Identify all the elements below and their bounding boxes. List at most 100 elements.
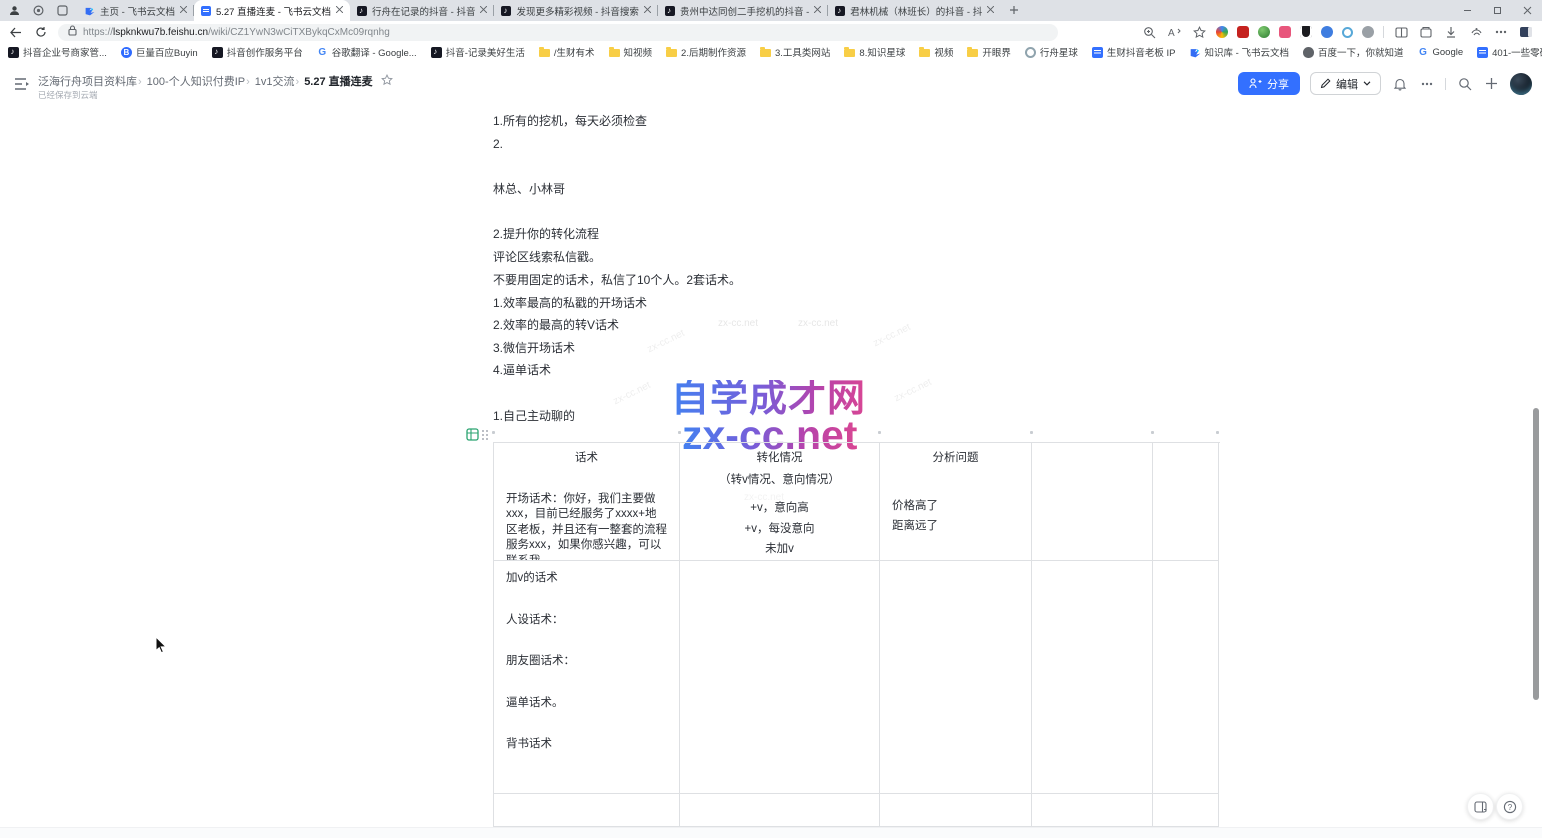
table-cell-empty[interactable]	[1032, 561, 1153, 794]
refresh-button[interactable]	[30, 23, 52, 41]
bookmark-item[interactable]: 抖音-记录美好生活	[431, 45, 525, 59]
edit-button[interactable]: 编辑	[1310, 72, 1381, 95]
doc-paragraph[interactable]: 2.	[493, 137, 503, 152]
table-block-icon[interactable]	[466, 428, 479, 441]
bookmark-item[interactable]: 生财抖音老板 IP	[1092, 45, 1176, 59]
close-window-button[interactable]	[1512, 0, 1542, 21]
extension-red-icon[interactable]	[1237, 26, 1249, 38]
bookmark-folder[interactable]: 8.知识星球	[844, 45, 905, 59]
table-cell-empty[interactable]	[1153, 794, 1219, 827]
bookmark-item[interactable]: 401-一些零碎想法 -...	[1477, 45, 1542, 59]
tab-close-icon[interactable]	[336, 5, 343, 16]
breadcrumb-current[interactable]: 5.27 直播连麦	[304, 73, 372, 89]
tab-close-icon[interactable]	[814, 5, 821, 16]
table-cell-empty[interactable]	[494, 794, 680, 827]
table-cell-scripts-list[interactable]: 加v的话术 人设话术： 朋友圈话术： 逼单话术。 背书话术	[494, 561, 680, 794]
extension-green-icon[interactable]	[1258, 26, 1270, 38]
address-bar[interactable]: https://lspknkwu7b.feishu.cn/wiki/CZ1YwN…	[58, 24, 1058, 41]
sidebar-toggle-icon[interactable]	[1518, 24, 1534, 40]
bookmark-item[interactable]: B巨量百应Buyin	[121, 45, 198, 59]
minimize-button[interactable]	[1452, 0, 1482, 21]
profile-icon[interactable]	[8, 5, 20, 17]
catalog-panel-button[interactable]	[1467, 793, 1494, 820]
extension-pink-icon[interactable]	[1279, 26, 1291, 38]
new-tab-button[interactable]	[1009, 2, 1019, 20]
doc-paragraph[interactable]: 4.逼单话术	[493, 363, 551, 378]
doc-paragraph[interactable]: 2.效率的最高的转V话术	[493, 318, 619, 333]
lock-icon[interactable]	[68, 25, 77, 39]
user-avatar[interactable]	[1510, 73, 1532, 95]
extension-target-icon[interactable]	[1342, 27, 1353, 38]
tab-close-icon[interactable]	[480, 5, 487, 16]
table-cell-analysis[interactable]: 分析问题 价格高了 距离远了	[880, 443, 1032, 561]
sidebar-expand-icon[interactable]	[14, 77, 31, 91]
share-button[interactable]: 分享	[1238, 72, 1300, 95]
table-cell-script[interactable]: 话术 开场话术：你好，我们主要做xxx，目前已经服务了xxxx+地区老板，并且还…	[494, 443, 680, 561]
tab-527-live-doc[interactable]: 5.27 直播连麦 - 飞书云文档	[194, 0, 350, 21]
notifications-bell-icon[interactable]	[1391, 75, 1408, 92]
doc-paragraph[interactable]: 评论区线索私信戳。	[493, 250, 601, 265]
bookmark-item[interactable]: 行舟星球	[1025, 45, 1078, 59]
tab-douyin-wajue[interactable]: 贵州中达同创二手挖机的抖音 -	[658, 0, 828, 21]
doc-paragraph[interactable]: 林总、小林哥	[493, 182, 565, 197]
extension-colorball-icon[interactable]	[1216, 26, 1228, 38]
column-handle[interactable]	[1216, 431, 1219, 434]
extension-panda-icon[interactable]	[1300, 26, 1312, 38]
doc-paragraph[interactable]: 不要用固定的话术，私信了10个人。2套话术。	[493, 273, 741, 288]
table-cell-conversion[interactable]: 转化情况 （转v情况、意向情况） +v，意向高 +v，每没意向 未加v	[680, 443, 880, 561]
help-button[interactable]: ?	[1496, 793, 1523, 820]
bookmark-item[interactable]: 百度一下，你就知道	[1303, 45, 1404, 59]
bookmark-item[interactable]: G谷歌翻译 - Google...	[317, 45, 417, 59]
tab-feishu-home[interactable]: 主页 - 飞书云文档	[78, 0, 194, 21]
doc-paragraph[interactable]: 1.效率最高的私戳的开场话术	[493, 296, 647, 311]
table-cell-empty[interactable]	[1153, 443, 1219, 561]
tab-close-icon[interactable]	[987, 5, 994, 16]
breadcrumb-item[interactable]: 泛海行舟项目资料库	[38, 73, 143, 89]
bookmark-folder[interactable]: 知视频	[609, 45, 653, 59]
more-actions-icon[interactable]	[1418, 75, 1435, 92]
tab-douyin-xingzhou[interactable]: 行舟在记录的抖音 - 抖音	[350, 0, 494, 21]
table-cell-empty[interactable]	[880, 561, 1032, 794]
tab-close-icon[interactable]	[644, 5, 651, 16]
bookmark-item[interactable]: 抖音企业号商家管...	[8, 45, 107, 59]
column-handle[interactable]	[1151, 431, 1154, 434]
bookmark-folder[interactable]: 2.后期制作资源	[666, 45, 746, 59]
tab-douyin-junlin[interactable]: 君林机械（林班长）的抖音 - 抖	[828, 0, 1001, 21]
bookmark-item[interactable]: 抖音创作服务平台	[212, 45, 303, 59]
table-cell-empty[interactable]	[1032, 794, 1153, 827]
zoom-icon[interactable]	[1141, 24, 1157, 40]
column-handle[interactable]	[492, 431, 495, 434]
table-cell-empty[interactable]	[1153, 561, 1219, 794]
bookmark-folder[interactable]: 视频	[919, 45, 953, 59]
breadcrumb-item[interactable]: 1v1交流	[255, 73, 300, 89]
settings-more-icon[interactable]	[1493, 24, 1509, 40]
doc-paragraph[interactable]: 1.自己主动聊的	[493, 409, 575, 424]
column-handle[interactable]	[878, 431, 881, 434]
create-new-icon[interactable]	[1483, 75, 1500, 92]
collections-icon[interactable]	[1418, 24, 1434, 40]
split-screen-icon[interactable]	[1393, 24, 1409, 40]
favorite-star-icon[interactable]	[1191, 24, 1207, 40]
table-cell-empty[interactable]	[1032, 443, 1153, 561]
extension-gray-icon[interactable]	[1362, 26, 1374, 38]
browser-essentials-icon[interactable]	[1468, 24, 1484, 40]
back-button[interactable]	[4, 23, 26, 41]
extension-clip-icon[interactable]	[1321, 26, 1333, 38]
table-cell-empty[interactable]	[680, 561, 880, 794]
table-cell-empty[interactable]	[880, 794, 1032, 827]
doc-paragraph[interactable]: 2.提升你的转化流程	[493, 227, 599, 242]
breadcrumb-item[interactable]: 100-个人知识付费IP	[147, 73, 251, 89]
bookmark-folder[interactable]: 3.工具类网站	[760, 45, 830, 59]
column-handle[interactable]	[1030, 431, 1033, 434]
table-cell-empty[interactable]	[680, 794, 880, 827]
bookmark-folder[interactable]: /生财有术	[539, 45, 595, 59]
drag-handle-icon[interactable]	[481, 429, 489, 440]
doc-paragraph[interactable]: 3.微信开场话术	[493, 341, 575, 356]
doc-star-icon[interactable]	[381, 74, 393, 89]
maximize-button[interactable]	[1482, 0, 1512, 21]
tab-close-icon[interactable]	[180, 5, 187, 16]
bookmark-item[interactable]: GGoogle	[1417, 47, 1463, 58]
bookmark-folder[interactable]: 开眼界	[967, 45, 1011, 59]
vertical-scrollbar-thumb[interactable]	[1533, 408, 1539, 700]
read-aloud-icon[interactable]: A	[1166, 24, 1182, 40]
